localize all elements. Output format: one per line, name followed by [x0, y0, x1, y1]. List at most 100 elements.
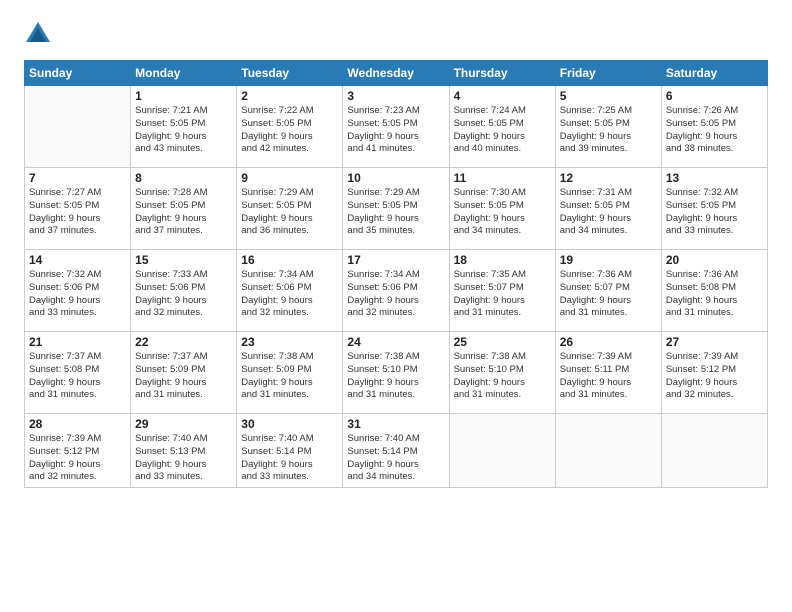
day-info: Sunrise: 7:27 AM Sunset: 5:05 PM Dayligh… — [29, 187, 126, 238]
calendar-cell: 5Sunrise: 7:25 AM Sunset: 5:05 PM Daylig… — [555, 86, 661, 168]
header-row: SundayMondayTuesdayWednesdayThursdayFrid… — [25, 61, 768, 86]
day-info: Sunrise: 7:35 AM Sunset: 5:07 PM Dayligh… — [454, 269, 551, 320]
day-info: Sunrise: 7:32 AM Sunset: 5:05 PM Dayligh… — [666, 187, 763, 238]
calendar-cell: 10 Sunrise: 7:29 AM Sunset: 5:05 PM Dayli… — [343, 168, 449, 250]
day-info: Sunrise: 7:22 AM Sunset: 5:05 PM Dayligh… — [241, 105, 338, 156]
calendar-cell — [555, 414, 661, 488]
logo-icon — [24, 20, 52, 48]
calendar-cell: 29Sunrise: 7:40 AM Sunset: 5:13 PM Dayli… — [131, 414, 237, 488]
day-info: Sunrise: 7:36 AM Sunset: 5:08 PM Dayligh… — [666, 269, 763, 320]
calendar-body: 1Sunrise: 7:21 AM Sunset: 5:05 PM Daylig… — [25, 86, 768, 488]
day-header-friday: Friday — [555, 61, 661, 86]
calendar-cell: 25Sunrise: 7:38 AM Sunset: 5:10 PM Dayli… — [449, 332, 555, 414]
day-header-sunday: Sunday — [25, 61, 131, 86]
calendar-cell: 4 Sunrise: 7:24 AM Sunset: 5:05 PM Daylig… — [449, 86, 555, 168]
calendar-cell: 18 Sunrise: 7:35 AM Sunset: 5:07 PM Dayli… — [449, 250, 555, 332]
day-info: Sunrise: 7:34 AM Sunset: 5:06 PM Dayligh… — [241, 269, 338, 320]
day-header-thursday: Thursday — [449, 61, 555, 86]
calendar-cell: 14 Sunrise: 7:32 AM Sunset: 5:06 PM Dayli… — [25, 250, 131, 332]
calendar-cell: 23 Sunrise: 7:38 AM Sunset: 5:09 PM Dayli… — [237, 332, 343, 414]
calendar-header: SundayMondayTuesdayWednesdayThursdayFrid… — [25, 61, 768, 86]
day-info: Sunrise: 7:40 AM Sunset: 5:13 PM Dayligh… — [135, 433, 232, 484]
day-number: 15 — [135, 253, 232, 267]
day-number: 17 — [347, 253, 444, 267]
calendar-cell: 1Sunrise: 7:21 AM Sunset: 5:05 PM Daylig… — [131, 86, 237, 168]
calendar-cell: 16 Sunrise: 7:34 AM Sunset: 5:06 PM Dayli… — [237, 250, 343, 332]
day-info: Sunrise: 7:34 AM Sunset: 5:06 PM Dayligh… — [347, 269, 444, 320]
day-info: Sunrise: 7:39 AM Sunset: 5:12 PM Dayligh… — [29, 433, 126, 484]
calendar-cell: 28Sunrise: 7:39 AM Sunset: 5:12 PM Dayli… — [25, 414, 131, 488]
day-info: Sunrise: 7:40 AM Sunset: 5:14 PM Dayligh… — [347, 433, 444, 484]
day-number: 3 — [347, 89, 444, 103]
day-number: 21 — [29, 335, 126, 349]
header — [24, 20, 768, 48]
calendar-cell: 26 Sunrise: 7:39 AM Sunset: 5:11 PM Dayli… — [555, 332, 661, 414]
day-info: Sunrise: 7:36 AM Sunset: 5:07 PM Dayligh… — [560, 269, 657, 320]
day-number: 4 — [454, 89, 551, 103]
calendar-cell — [449, 414, 555, 488]
calendar-week-4: 28Sunrise: 7:39 AM Sunset: 5:12 PM Dayli… — [25, 414, 768, 488]
day-number: 5 — [560, 89, 657, 103]
day-info: Sunrise: 7:26 AM Sunset: 5:05 PM Dayligh… — [666, 105, 763, 156]
calendar-cell: 15Sunrise: 7:33 AM Sunset: 5:06 PM Dayli… — [131, 250, 237, 332]
calendar-cell: 11 Sunrise: 7:30 AM Sunset: 5:05 PM Dayli… — [449, 168, 555, 250]
day-info: Sunrise: 7:23 AM Sunset: 5:05 PM Dayligh… — [347, 105, 444, 156]
calendar-week-1: 7 Sunrise: 7:27 AM Sunset: 5:05 PM Daylig… — [25, 168, 768, 250]
calendar-cell: 17 Sunrise: 7:34 AM Sunset: 5:06 PM Dayli… — [343, 250, 449, 332]
day-header-saturday: Saturday — [661, 61, 767, 86]
day-number: 18 — [454, 253, 551, 267]
page: SundayMondayTuesdayWednesdayThursdayFrid… — [0, 0, 792, 612]
calendar-cell: 22 Sunrise: 7:37 AM Sunset: 5:09 PM Dayli… — [131, 332, 237, 414]
day-number: 22 — [135, 335, 232, 349]
day-number: 19 — [560, 253, 657, 267]
day-number: 27 — [666, 335, 763, 349]
day-number: 11 — [454, 171, 551, 185]
day-number: 10 — [347, 171, 444, 185]
day-number: 13 — [666, 171, 763, 185]
day-number: 16 — [241, 253, 338, 267]
day-number: 9 — [241, 171, 338, 185]
calendar-cell: 7 Sunrise: 7:27 AM Sunset: 5:05 PM Daylig… — [25, 168, 131, 250]
day-number: 23 — [241, 335, 338, 349]
day-number: 26 — [560, 335, 657, 349]
day-info: Sunrise: 7:28 AM Sunset: 5:05 PM Dayligh… — [135, 187, 232, 238]
day-info: Sunrise: 7:37 AM Sunset: 5:09 PM Dayligh… — [135, 351, 232, 402]
day-number: 24 — [347, 335, 444, 349]
day-number: 14 — [29, 253, 126, 267]
day-header-tuesday: Tuesday — [237, 61, 343, 86]
calendar-cell: 31 Sunrise: 7:40 AM Sunset: 5:14 PM Dayli… — [343, 414, 449, 488]
calendar-week-3: 21 Sunrise: 7:37 AM Sunset: 5:08 PM Dayli… — [25, 332, 768, 414]
day-number: 20 — [666, 253, 763, 267]
calendar-cell: 6 Sunrise: 7:26 AM Sunset: 5:05 PM Daylig… — [661, 86, 767, 168]
day-info: Sunrise: 7:32 AM Sunset: 5:06 PM Dayligh… — [29, 269, 126, 320]
day-number: 31 — [347, 417, 444, 431]
day-number: 8 — [135, 171, 232, 185]
calendar-cell: 2 Sunrise: 7:22 AM Sunset: 5:05 PM Daylig… — [237, 86, 343, 168]
calendar-cell: 3 Sunrise: 7:23 AM Sunset: 5:05 PM Daylig… — [343, 86, 449, 168]
day-number: 7 — [29, 171, 126, 185]
calendar-cell — [25, 86, 131, 168]
day-info: Sunrise: 7:38 AM Sunset: 5:09 PM Dayligh… — [241, 351, 338, 402]
calendar-cell: 20 Sunrise: 7:36 AM Sunset: 5:08 PM Dayli… — [661, 250, 767, 332]
day-info: Sunrise: 7:38 AM Sunset: 5:10 PM Dayligh… — [347, 351, 444, 402]
calendar-cell: 9Sunrise: 7:29 AM Sunset: 5:05 PM Daylig… — [237, 168, 343, 250]
calendar-table: SundayMondayTuesdayWednesdayThursdayFrid… — [24, 60, 768, 488]
day-info: Sunrise: 7:30 AM Sunset: 5:05 PM Dayligh… — [454, 187, 551, 238]
calendar-cell: 30Sunrise: 7:40 AM Sunset: 5:14 PM Dayli… — [237, 414, 343, 488]
day-info: Sunrise: 7:31 AM Sunset: 5:05 PM Dayligh… — [560, 187, 657, 238]
day-info: Sunrise: 7:39 AM Sunset: 5:11 PM Dayligh… — [560, 351, 657, 402]
calendar-cell: 19 Sunrise: 7:36 AM Sunset: 5:07 PM Dayli… — [555, 250, 661, 332]
day-number: 1 — [135, 89, 232, 103]
day-info: Sunrise: 7:40 AM Sunset: 5:14 PM Dayligh… — [241, 433, 338, 484]
day-number: 6 — [666, 89, 763, 103]
calendar-cell: 24 Sunrise: 7:38 AM Sunset: 5:10 PM Dayli… — [343, 332, 449, 414]
calendar-cell — [661, 414, 767, 488]
day-number: 2 — [241, 89, 338, 103]
calendar-cell: 12Sunrise: 7:31 AM Sunset: 5:05 PM Dayli… — [555, 168, 661, 250]
calendar-week-2: 14 Sunrise: 7:32 AM Sunset: 5:06 PM Dayli… — [25, 250, 768, 332]
day-info: Sunrise: 7:29 AM Sunset: 5:05 PM Dayligh… — [347, 187, 444, 238]
calendar-week-0: 1Sunrise: 7:21 AM Sunset: 5:05 PM Daylig… — [25, 86, 768, 168]
day-info: Sunrise: 7:24 AM Sunset: 5:05 PM Dayligh… — [454, 105, 551, 156]
day-info: Sunrise: 7:37 AM Sunset: 5:08 PM Dayligh… — [29, 351, 126, 402]
day-number: 25 — [454, 335, 551, 349]
